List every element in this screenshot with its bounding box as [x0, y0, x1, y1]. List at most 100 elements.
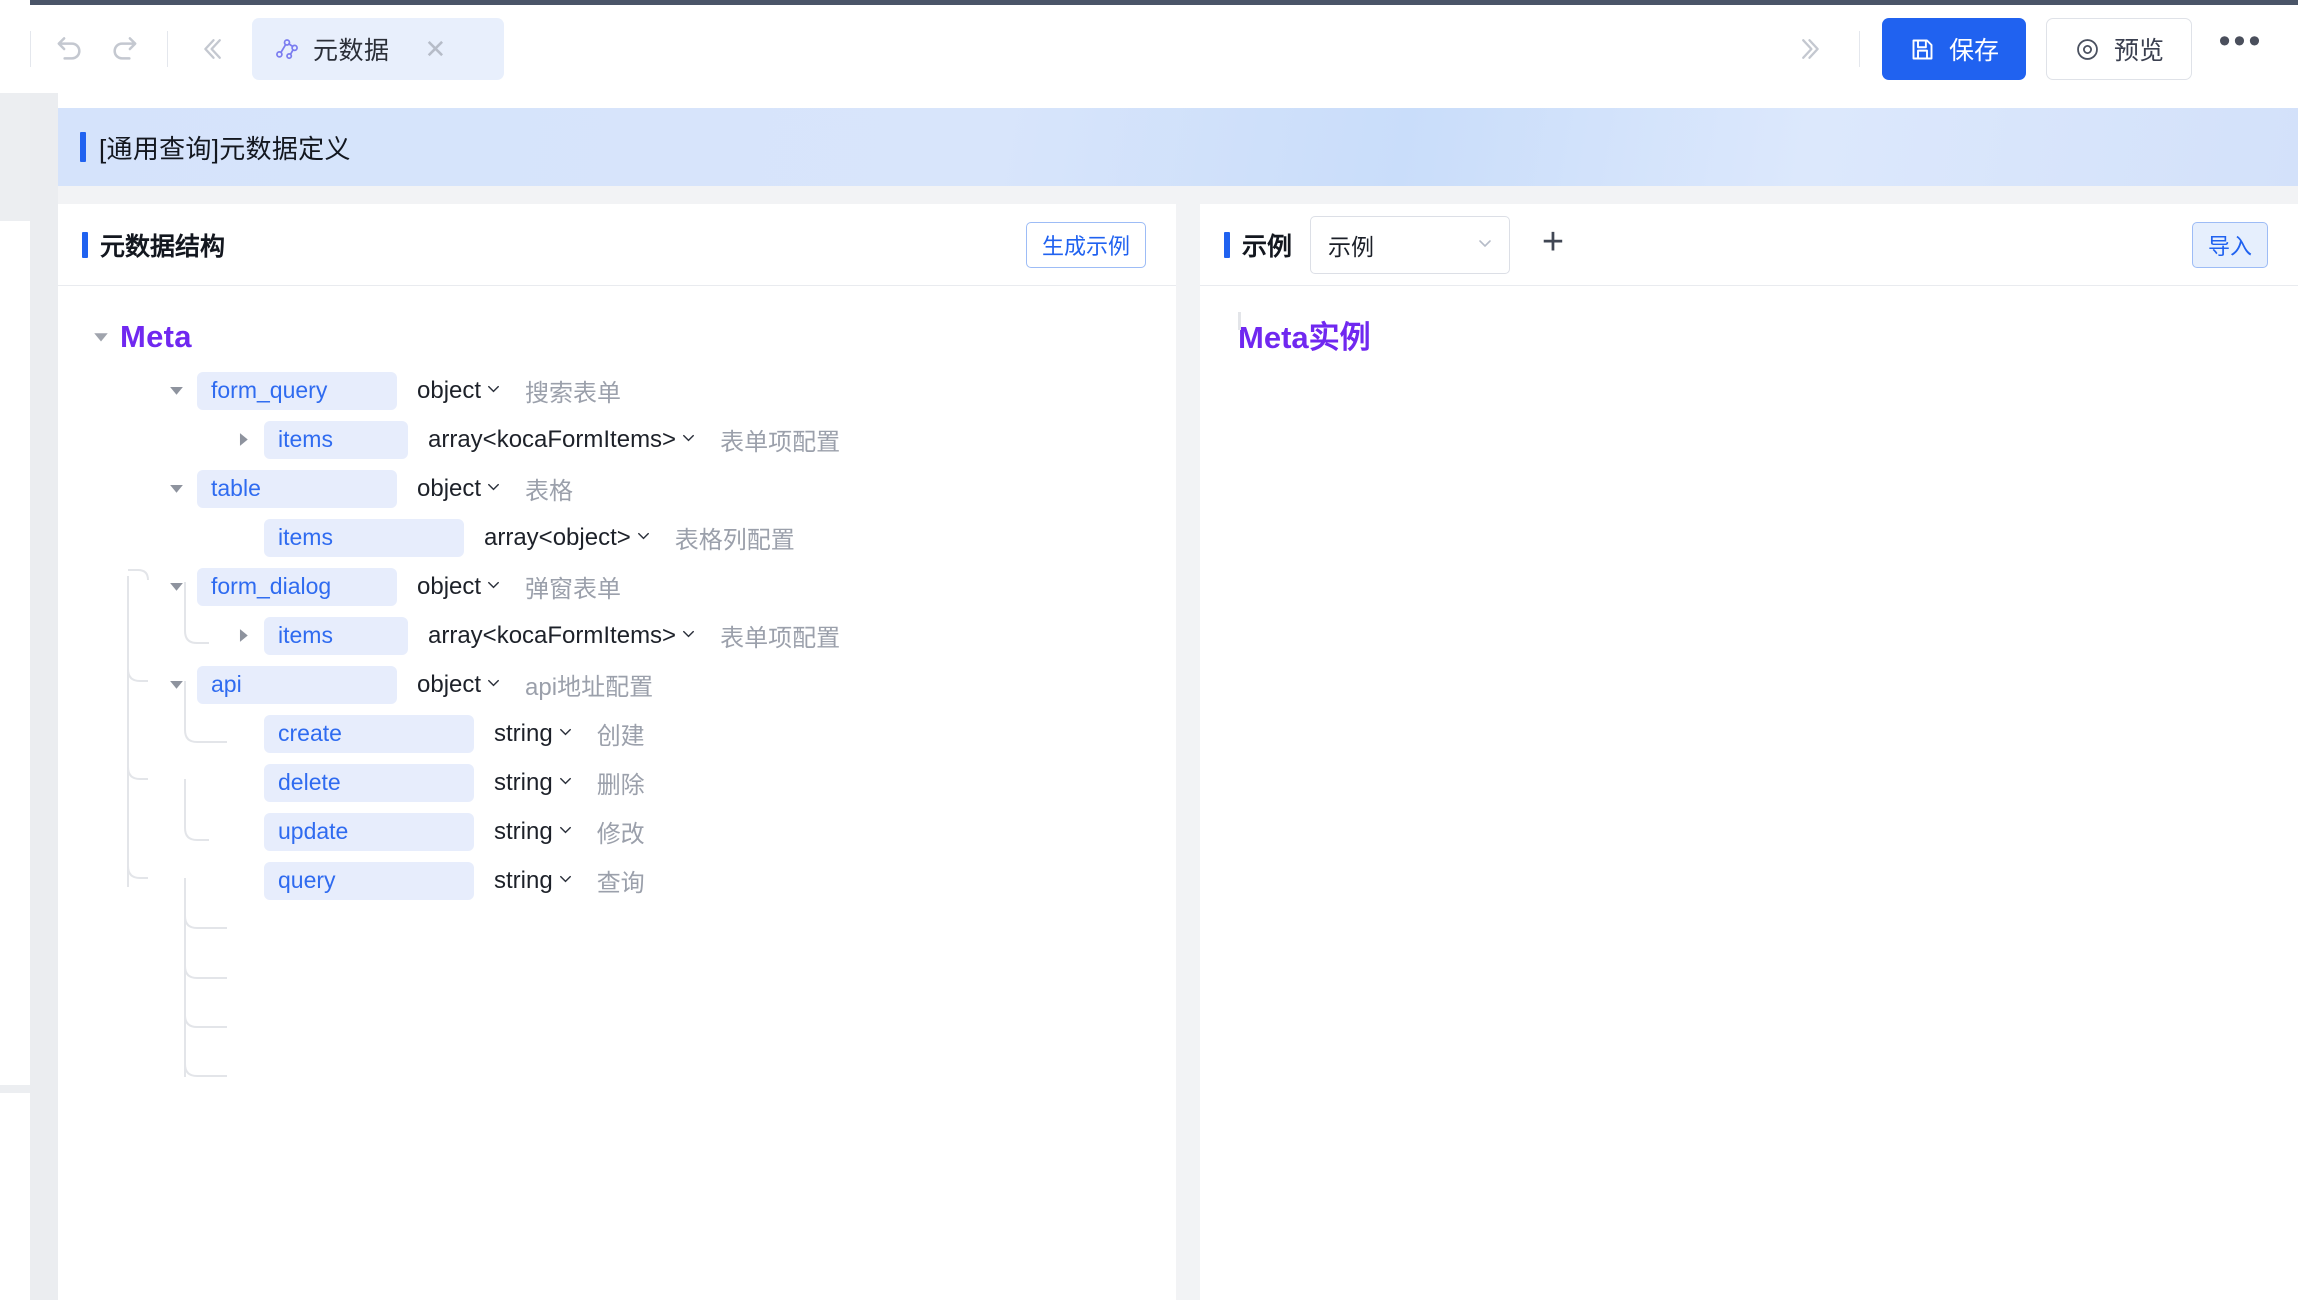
left-edge-strip-bottom: [0, 1085, 30, 1093]
instance-tree-spine: [1238, 312, 1241, 330]
field-description[interactable]: 创建: [597, 716, 645, 751]
field-type-select[interactable]: object: [417, 671, 503, 699]
field-type-value: array<object>: [484, 523, 631, 551]
field-name-input[interactable]: form_dialog: [197, 567, 397, 606]
chevron-down-icon: [556, 771, 575, 794]
generate-example-button[interactable]: 生成示例: [1025, 221, 1146, 268]
field-description[interactable]: 表格列配置: [675, 520, 795, 555]
chevron-down-icon: [484, 379, 503, 402]
banner-gap: [58, 186, 2298, 204]
field-description[interactable]: api地址配置: [525, 667, 653, 702]
example-instance-pane: 示例 示例 + 导入 Meta实例: [1200, 204, 2298, 1300]
field-name-input[interactable]: items: [264, 518, 464, 557]
field-name-value: table: [211, 475, 261, 501]
tree-node-row[interactable]: update string 修改: [58, 807, 1176, 856]
field-name-input[interactable]: api: [197, 665, 397, 704]
chevron-down-icon: [679, 624, 698, 647]
field-name-value: query: [278, 867, 336, 893]
chevron-down-icon[interactable]: [163, 476, 189, 502]
field-type-select[interactable]: object: [417, 573, 503, 601]
field-name-input[interactable]: delete: [264, 763, 474, 802]
field-name-input[interactable]: table: [197, 469, 397, 508]
chevron-down-icon: [484, 477, 503, 500]
chevron-right-icon[interactable]: [230, 427, 256, 453]
tree-node-row[interactable]: delete string 删除: [58, 758, 1176, 807]
tree-root-label: Meta: [120, 319, 192, 354]
chevron-down-icon: [484, 575, 503, 598]
preview-button[interactable]: 预览: [2045, 18, 2192, 80]
field-type-select[interactable]: string: [494, 867, 575, 895]
metadata-tree: Meta form_query object 搜索表单 items array<koca…: [58, 286, 1176, 1077]
chevron-down-icon: [1475, 233, 1495, 257]
field-type-value: string: [494, 817, 553, 845]
field-name-input[interactable]: query: [264, 861, 474, 900]
panes-container: 元数据结构 生成示例 Meta form_query object 搜索表单 i…: [30, 204, 2298, 1300]
field-name-input[interactable]: items: [264, 616, 408, 655]
field-type-select[interactable]: string: [494, 769, 575, 797]
pane-splitter[interactable]: [1176, 204, 1200, 1300]
example-select[interactable]: 示例: [1310, 215, 1511, 274]
undo-button[interactable]: [43, 22, 97, 76]
field-name-value: items: [278, 426, 333, 452]
field-name-value: form_query: [211, 377, 328, 403]
import-button[interactable]: 导入: [2191, 221, 2268, 268]
field-name-input[interactable]: create: [264, 714, 474, 753]
field-description[interactable]: 搜索表单: [525, 373, 621, 408]
field-type-select[interactable]: object: [417, 377, 503, 405]
field-name-value: items: [278, 622, 333, 648]
document-tab-metadata[interactable]: 元数据 ✕: [252, 18, 504, 80]
chevron-down-icon: [556, 722, 575, 745]
tree-node-row[interactable]: table object 表格: [58, 464, 1176, 513]
field-name-input[interactable]: form_query: [197, 371, 397, 410]
tree-node-row[interactable]: items array<object> 表格列配置: [58, 513, 1176, 562]
chevron-right-icon[interactable]: [230, 623, 256, 649]
tree-node-row[interactable]: query string 查询: [58, 856, 1176, 905]
field-type-select[interactable]: array<kocaFormItems>: [428, 426, 698, 454]
toolbar-divider-2: [167, 31, 168, 67]
field-type-select[interactable]: string: [494, 818, 575, 846]
tree-node-row[interactable]: items array<kocaFormItems> 表单项配置: [58, 415, 1176, 464]
tree-node-root[interactable]: Meta: [58, 308, 1176, 366]
field-type-select[interactable]: object: [417, 475, 503, 503]
field-name-input[interactable]: update: [264, 812, 474, 851]
field-type-select[interactable]: array<kocaFormItems>: [428, 622, 698, 650]
chevron-down-icon[interactable]: [163, 574, 189, 600]
field-description[interactable]: 表单项配置: [720, 618, 840, 653]
header-accent-bar: [82, 231, 88, 258]
tree-node-row[interactable]: api object api地址配置: [58, 660, 1176, 709]
field-name-input[interactable]: items: [264, 420, 408, 459]
more-options-button[interactable]: •••: [2206, 18, 2276, 80]
tree-node-row[interactable]: form_query object 搜索表单: [58, 366, 1176, 415]
field-description[interactable]: 弹窗表单: [525, 569, 621, 604]
field-name-value: create: [278, 720, 342, 746]
example-header: 示例 示例 + 导入: [1200, 204, 2298, 286]
chevron-down-icon[interactable]: [163, 672, 189, 698]
field-type-value: string: [494, 866, 553, 894]
instance-root-label: Meta实例: [1238, 320, 1371, 355]
field-description[interactable]: 表格: [525, 471, 573, 506]
chevron-down-icon: [484, 673, 503, 696]
field-description[interactable]: 删除: [597, 765, 645, 800]
field-description[interactable]: 表单项配置: [720, 422, 840, 457]
field-description[interactable]: 修改: [597, 814, 645, 849]
banner-accent-bar: [80, 132, 86, 162]
field-type-select[interactable]: string: [494, 720, 575, 748]
save-button-label: 保存: [1948, 37, 1999, 65]
redo-button[interactable]: [97, 22, 151, 76]
chevron-down-icon[interactable]: [88, 324, 114, 350]
save-button[interactable]: 保存: [1881, 18, 2026, 80]
chevron-down-icon[interactable]: [163, 378, 189, 404]
field-description[interactable]: 查询: [597, 863, 645, 898]
tree-node-row[interactable]: items array<kocaFormItems> 表单项配置: [58, 611, 1176, 660]
tree-node-row[interactable]: create string 创建: [58, 709, 1176, 758]
add-example-button[interactable]: +: [1530, 222, 1576, 268]
field-type-value: object: [417, 670, 482, 698]
collapse-left-button[interactable]: [184, 22, 238, 76]
collapse-right-button[interactable]: [1785, 22, 1839, 76]
tree-node-row[interactable]: form_dialog object 弹窗表单: [58, 562, 1176, 611]
field-type-select[interactable]: array<object>: [484, 524, 653, 552]
metadata-structure-header: 元数据结构 生成示例: [58, 204, 1176, 286]
document-tab-label: 元数据: [313, 37, 390, 65]
close-icon[interactable]: ✕: [425, 36, 447, 62]
header-accent-bar-right: [1224, 231, 1230, 258]
